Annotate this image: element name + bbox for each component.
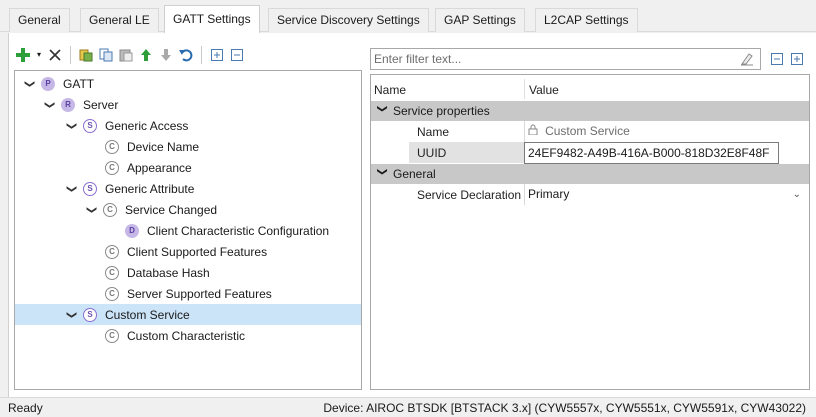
tree-item-label: Client Supported Features: [127, 244, 268, 259]
add-dropdown-chevron-icon[interactable]: ▾: [34, 45, 44, 65]
tab-l2cap-settings[interactable]: L2CAP Settings: [535, 8, 638, 32]
tab-gatt-settings[interactable]: GATT Settings: [164, 5, 260, 33]
property-value: Custom Service: [524, 121, 809, 142]
characteristic-icon: C: [105, 244, 119, 259]
collapse-all-icon[interactable]: [228, 45, 246, 65]
remove-icon[interactable]: [46, 45, 64, 65]
tree-item-device-name[interactable]: C Device Name: [15, 136, 361, 157]
column-header-value: Value: [529, 83, 559, 97]
service-icon: S: [83, 118, 97, 133]
tree-item-database-hash[interactable]: C Database Hash: [15, 262, 361, 283]
chevron-down-icon[interactable]: ❯: [65, 182, 79, 196]
service-icon: S: [83, 307, 97, 322]
property-grid: Name Value ❯ Service properties Name Cus…: [370, 74, 810, 390]
tree-item-label: Server: [83, 97, 119, 112]
tree-item-server-supported-features[interactable]: C Server Supported Features: [15, 283, 361, 304]
add-icon[interactable]: [14, 45, 32, 65]
paste-icon[interactable]: [117, 45, 135, 65]
tree-item-generic-attribute[interactable]: ❯ S Generic Attribute: [15, 178, 361, 199]
tree-item-label: Generic Access: [105, 118, 189, 133]
lock-icon: [528, 124, 541, 138]
tab-service-discovery-settings[interactable]: Service Discovery Settings: [268, 8, 429, 32]
tree-item-custom-characteristic[interactable]: C Custom Characteristic: [15, 325, 361, 346]
column-header-name: Name: [374, 83, 407, 97]
move-up-icon[interactable]: [137, 45, 155, 65]
characteristic-icon: C: [105, 160, 119, 175]
property-row-service-declaration[interactable]: Service Declaration Primary ⌄: [371, 184, 809, 205]
column-divider: [524, 79, 525, 99]
characteristic-icon: C: [105, 286, 119, 301]
tree-item-label: Server Supported Features: [127, 286, 272, 301]
tree-item-client-supported-features[interactable]: C Client Supported Features: [15, 241, 361, 262]
chevron-down-icon[interactable]: ❯: [85, 203, 99, 217]
tree-toolbar: ▾: [14, 42, 246, 68]
status-bar: Ready Device: AIROC BTSDK [BTSTACK 3.x] …: [0, 397, 816, 417]
category-label: General: [393, 167, 436, 181]
characteristic-icon: C: [103, 202, 117, 217]
property-value-text: Custom Service: [545, 124, 630, 138]
tree-item-custom-service[interactable]: ❯ S Custom Service: [15, 304, 361, 325]
uuid-input[interactable]: 24EF9482-A49B-416A-B000-818D32E8F48F: [524, 142, 779, 164]
chevron-down-icon[interactable]: ❯: [377, 167, 388, 181]
cut-icon[interactable]: [77, 45, 95, 65]
property-row-name[interactable]: Name Custom Service: [371, 121, 809, 142]
profile-icon: P: [41, 76, 55, 91]
tree-item-label: Custom Characteristic: [127, 328, 246, 343]
chevron-down-icon[interactable]: ⌄: [793, 184, 801, 205]
tab-general-le[interactable]: General LE: [80, 8, 159, 32]
expand-all-icon[interactable]: [208, 45, 226, 65]
tree-item-service-changed[interactable]: ❯ C Service Changed: [15, 199, 361, 220]
service-icon: S: [83, 181, 97, 196]
category-service-properties[interactable]: ❯ Service properties: [371, 101, 809, 121]
tree-item-label: Device Name: [127, 139, 200, 154]
status-text: Ready: [8, 401, 43, 415]
move-down-icon[interactable]: [157, 45, 175, 65]
gatt-tree: ❯ P GATT ❯ R Server ❯ S Generic Access C…: [14, 70, 362, 390]
tab-gap-settings[interactable]: GAP Settings: [435, 8, 525, 32]
characteristic-icon: C: [105, 139, 119, 154]
descriptor-icon: D: [125, 223, 139, 238]
clear-filter-icon[interactable]: [740, 52, 754, 69]
tree-item-generic-access[interactable]: ❯ S Generic Access: [15, 115, 361, 136]
tree-item-gatt[interactable]: ❯ P GATT: [15, 73, 361, 94]
filter-box: [370, 48, 761, 70]
property-value-text: Primary: [528, 187, 570, 201]
property-name: UUID: [417, 146, 447, 160]
property-row-uuid[interactable]: UUID 24EF9482-A49B-416A-B000-818D32E8F48…: [371, 142, 809, 164]
property-name: Service Declaration: [417, 188, 522, 202]
copy-icon[interactable]: [97, 45, 115, 65]
toolbar-divider: [201, 46, 202, 64]
characteristic-icon: C: [105, 328, 119, 343]
tree-item-label: Database Hash: [127, 265, 210, 280]
chevron-down-icon[interactable]: ❯: [377, 104, 388, 118]
filter-input[interactable]: [374, 52, 724, 66]
tree-item-label: Custom Service: [105, 307, 190, 322]
chevron-down-icon[interactable]: ❯: [23, 77, 37, 91]
undo-icon[interactable]: [177, 45, 195, 65]
tree-item-label: Service Changed: [125, 202, 218, 217]
expand-all-icon[interactable]: [788, 50, 806, 68]
tree-item-server[interactable]: ❯ R Server: [15, 94, 361, 115]
property-name: Name: [417, 125, 450, 139]
characteristic-icon: C: [105, 265, 119, 280]
tab-general[interactable]: General: [9, 8, 70, 32]
service-declaration-select[interactable]: Primary ⌄: [524, 184, 809, 205]
tree-item-client-characteristic-configuration[interactable]: D Client Characteristic Configuration: [15, 220, 361, 241]
tree-item-label: Appearance: [127, 160, 192, 175]
category-general[interactable]: ❯ General: [371, 164, 809, 184]
chevron-down-icon[interactable]: ❯: [65, 119, 79, 133]
tree-item-appearance[interactable]: C Appearance: [15, 157, 361, 178]
category-label: Service properties: [393, 104, 490, 118]
tree-item-label: Generic Attribute: [105, 181, 195, 196]
tab-bar: General General LE GATT Settings Service…: [0, 0, 816, 33]
toolbar-divider: [70, 46, 71, 64]
device-status: Device: AIROC BTSDK [BTSTACK 3.x] (CYW55…: [323, 401, 806, 415]
chevron-down-icon[interactable]: ❯: [43, 98, 57, 112]
tree-item-label: Client Characteristic Configuration: [147, 223, 330, 238]
server-icon: R: [61, 97, 75, 112]
chevron-down-icon[interactable]: ❯: [65, 308, 79, 322]
collapse-all-icon[interactable]: [768, 50, 786, 68]
tree-item-label: GATT: [63, 76, 95, 91]
